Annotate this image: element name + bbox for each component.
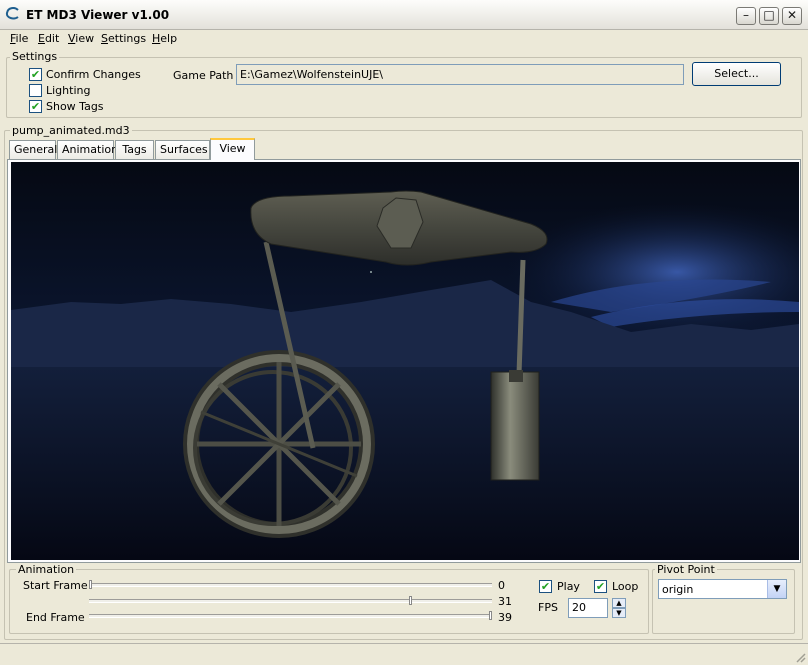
tab-general[interactable]: General: [9, 140, 57, 159]
tab-surfaces[interactable]: Surfaces: [155, 140, 210, 159]
end-frame-label: End Frame: [26, 611, 85, 624]
fps-spin-up-button[interactable]: ▲: [612, 598, 626, 608]
start-frame-label: Start Frame: [23, 579, 88, 592]
app-icon: [5, 7, 19, 20]
model-file-title: pump_animated.md3: [10, 124, 132, 137]
lighting-label: Lighting: [46, 84, 91, 97]
check-icon: ✔: [540, 580, 551, 593]
title-bar[interactable]: ET MD3 Viewer v1.00 – □ ✕: [0, 0, 808, 30]
menu-settings[interactable]: Settings: [101, 32, 146, 45]
confirm-changes-checkbox[interactable]: ✔: [29, 68, 42, 81]
start-frame-slider[interactable]: [89, 583, 492, 587]
spin-down-icon: ▼: [616, 609, 622, 617]
resize-grip-icon[interactable]: [794, 651, 806, 663]
lighting-checkbox[interactable]: [29, 84, 42, 97]
minimize-button[interactable]: –: [736, 7, 756, 25]
menu-bar: File Edit View Settings Help: [0, 30, 808, 48]
check-icon: ✔: [595, 580, 606, 593]
menu-edit[interactable]: Edit: [38, 32, 59, 45]
pivot-dropdown-button[interactable]: ▼: [767, 580, 786, 598]
tab-tags[interactable]: Tags: [115, 140, 154, 159]
menu-help[interactable]: Help: [152, 32, 177, 45]
play-checkbox[interactable]: ✔: [539, 580, 552, 593]
pivot-point-title: Pivot Point: [655, 563, 717, 576]
fps-label: FPS: [538, 601, 558, 614]
spin-up-icon: ▲: [616, 599, 622, 607]
end-frame-thumb[interactable]: [489, 611, 492, 620]
tab-animation[interactable]: Animation: [57, 140, 118, 159]
status-bar: [0, 643, 808, 665]
end-frame-value: 39: [498, 611, 512, 624]
animation-group-title: Animation: [16, 563, 77, 576]
pump-wheel: [183, 350, 375, 538]
menu-view[interactable]: View: [68, 32, 94, 45]
tab-view[interactable]: View: [210, 138, 255, 160]
model-viewport[interactable]: [11, 162, 799, 560]
start-frame-value: 0: [498, 579, 505, 592]
show-tags-checkbox[interactable]: ✔: [29, 100, 42, 113]
chevron-down-icon: ▼: [773, 584, 781, 594]
end-frame-slider[interactable]: [89, 614, 492, 618]
current-frame-slider[interactable]: [89, 599, 492, 603]
check-icon: ✔: [30, 100, 41, 113]
menu-file[interactable]: File: [10, 32, 28, 45]
settings-group-title: Settings: [10, 50, 60, 63]
window-title: ET MD3 Viewer v1.00: [26, 8, 170, 22]
game-path-field[interactable]: E:\Gamez\WolfensteinUJE\: [236, 64, 684, 85]
pump-weight: [490, 370, 540, 481]
fps-spin-down-button[interactable]: ▼: [612, 608, 626, 618]
play-label: Play: [557, 580, 580, 593]
maximize-icon: □: [763, 8, 775, 22]
check-icon: ✔: [30, 68, 41, 81]
game-path-label: Game Path: [173, 69, 234, 82]
fps-input[interactable]: 20: [568, 598, 608, 618]
confirm-changes-label: Confirm Changes: [46, 68, 141, 81]
close-icon: ✕: [786, 8, 798, 22]
start-frame-thumb[interactable]: [89, 580, 92, 589]
current-frame-value: 31: [498, 595, 512, 608]
show-tags-label: Show Tags: [46, 100, 104, 113]
loop-checkbox[interactable]: ✔: [594, 580, 607, 593]
close-button[interactable]: ✕: [782, 7, 802, 25]
select-path-button[interactable]: Select...: [692, 62, 781, 86]
current-frame-thumb[interactable]: [409, 596, 412, 605]
viewport-scene: [11, 162, 799, 560]
loop-label: Loop: [612, 580, 639, 593]
minimize-icon: –: [743, 8, 749, 22]
maximize-button[interactable]: □: [759, 7, 779, 25]
